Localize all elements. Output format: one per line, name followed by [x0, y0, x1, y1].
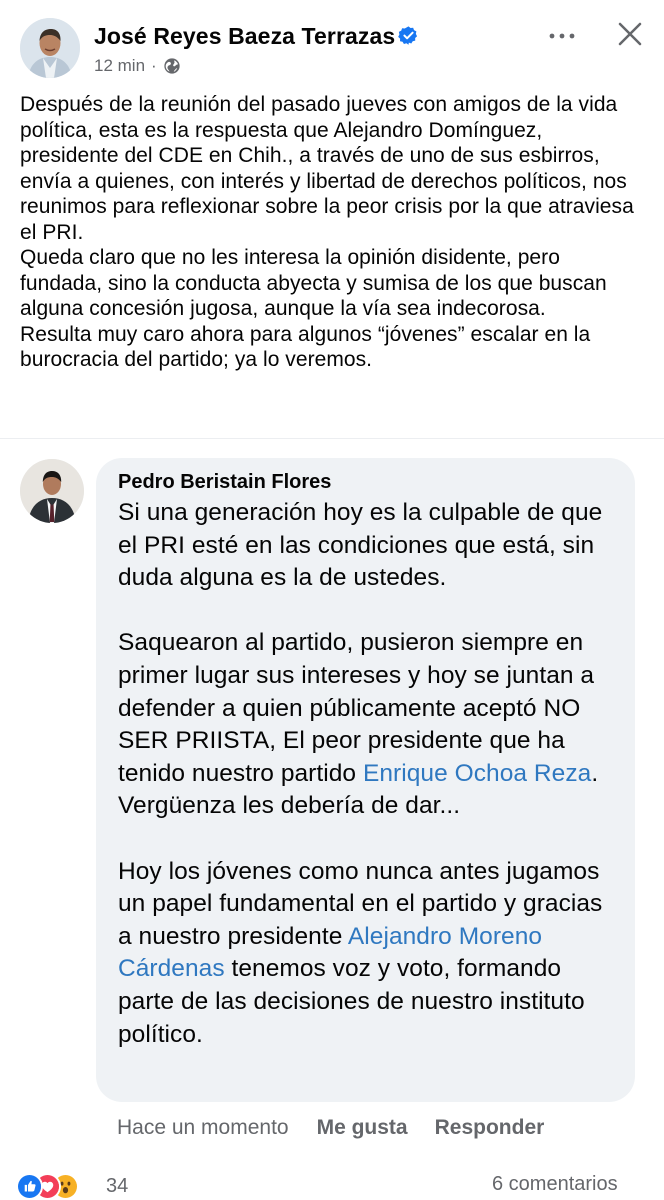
reaction-count: 34	[106, 1175, 129, 1197]
content-divider	[0, 438, 664, 439]
comment-actions: Hace un momento Me gusta Responder	[117, 1114, 544, 1142]
post-paragraph: Después de la reunión del pasado jueves …	[20, 93, 634, 244]
comment-paragraph: Hoy los jóvenes como nunca antes jugamos…	[118, 856, 617, 1052]
comment-text: Si una generación hoy es la culpable de …	[118, 497, 617, 1051]
globe-icon	[164, 58, 180, 74]
comments-count-link[interactable]: 6 comentarios	[492, 1173, 618, 1196]
comment-paragraph: Si una generación hoy es la culpable de …	[118, 499, 603, 592]
reactions-summary[interactable]: 34	[16, 1173, 128, 1200]
comment-reply-button[interactable]: Responder	[435, 1116, 545, 1140]
reaction-icon-stack	[16, 1173, 96, 1200]
comment-paragraph: Saquearon al partido, pusieron siempre e…	[118, 627, 617, 823]
commenter-avatar[interactable]	[20, 459, 84, 523]
more-options-icon[interactable]	[547, 24, 577, 48]
post-text: Después de la reunión del pasado jueves …	[20, 92, 646, 373]
author-name[interactable]: José Reyes Baeza Terrazas	[94, 23, 395, 50]
post-paragraph: Queda claro que no les interesa la opini…	[20, 246, 607, 320]
post-meta: 12 min ·	[94, 55, 181, 77]
post-time[interactable]: 12 min	[94, 56, 145, 76]
comment-bubble: Pedro Beristain Flores Si una generación…	[96, 458, 635, 1102]
comment-like-button[interactable]: Me gusta	[317, 1116, 408, 1140]
close-icon[interactable]	[615, 19, 645, 49]
author-avatar[interactable]	[20, 18, 80, 78]
like-reaction-icon	[16, 1173, 43, 1200]
comment-time[interactable]: Hace un momento	[117, 1116, 289, 1140]
post-paragraph: Resulta muy caro ahora para algunos “jóv…	[20, 322, 591, 372]
verified-badge-icon	[398, 26, 418, 45]
commenter-name[interactable]: Pedro Beristain Flores	[118, 470, 617, 494]
meta-separator: ·	[151, 56, 157, 75]
mention-enrique-ochoa-reza[interactable]: Enrique Ochoa Reza	[363, 760, 591, 787]
post-header: José Reyes Baeza Terrazas 12 min ·	[0, 0, 664, 92]
